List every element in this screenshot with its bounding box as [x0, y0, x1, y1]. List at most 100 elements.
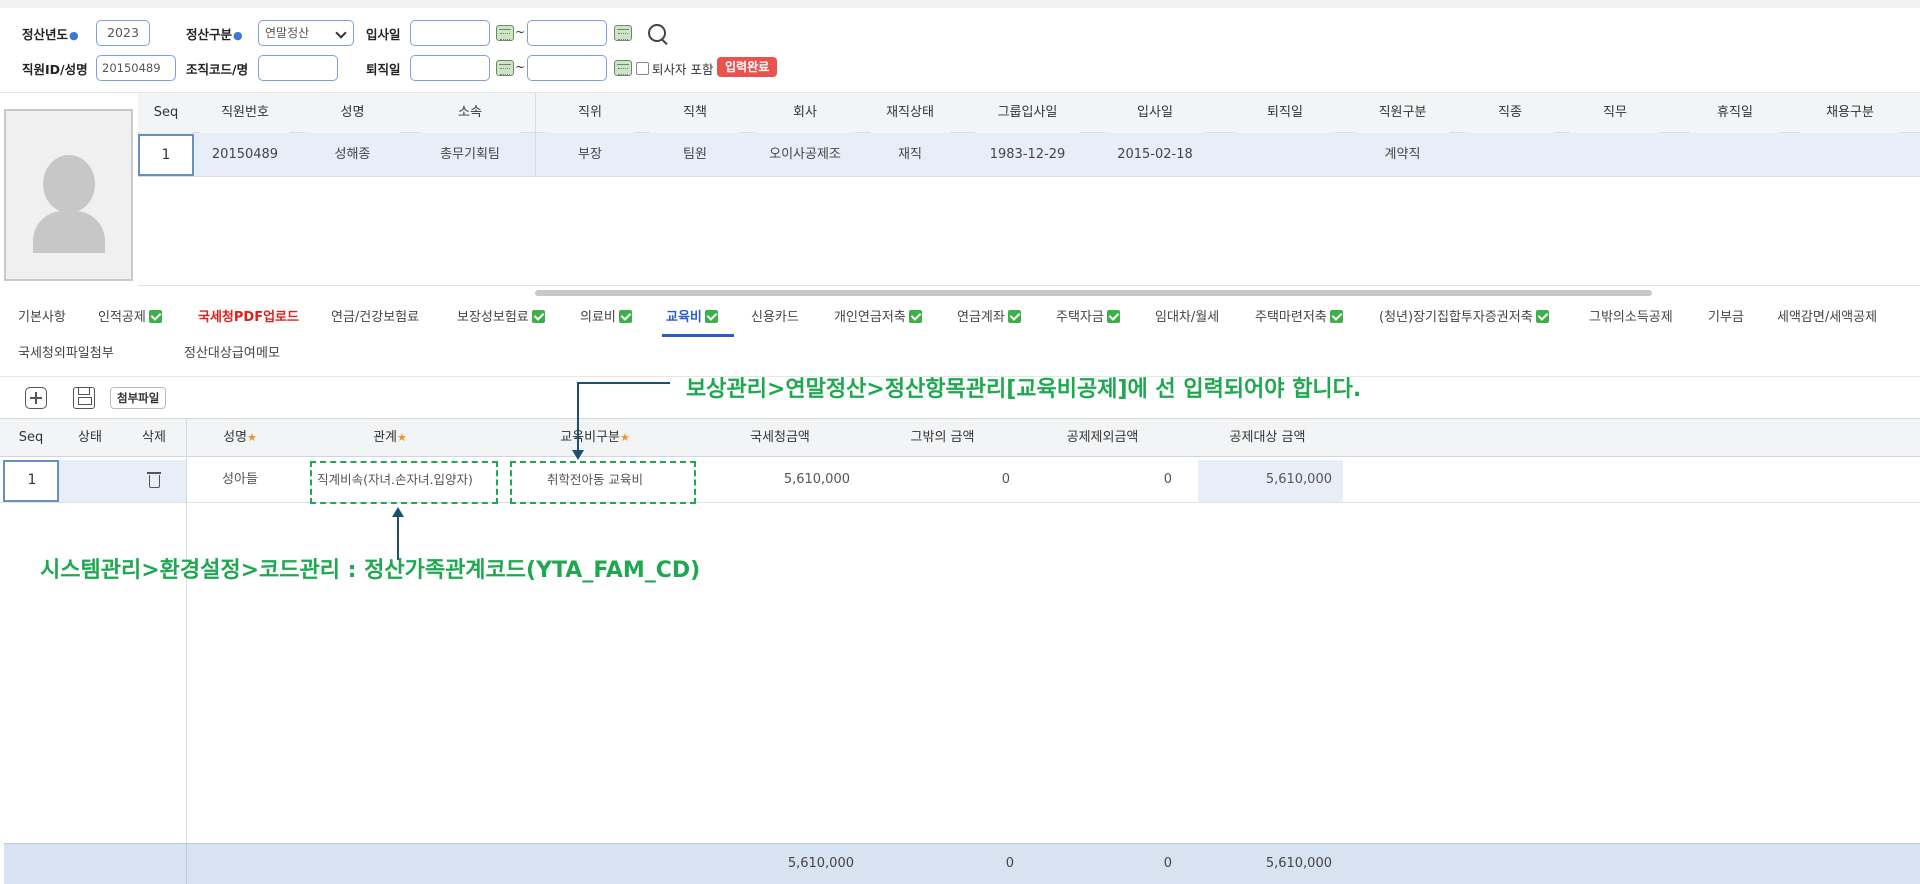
tab-row2-0[interactable]: 국세청외파일첨부	[18, 344, 114, 364]
tab-11[interactable]: 임대차/월세	[1155, 308, 1219, 328]
tab-15[interactable]: 기부금	[1708, 308, 1744, 328]
year-label: 정산년도●	[22, 27, 79, 42]
edu-type-note: 보상관리>연말정산>정산항목관리[교육비공제]에 선 입력되어야 합니다.	[686, 377, 1362, 402]
education-expense-grid: Seq 상태 삭제 성명★ 관계★ 교육비구분★ 국세청금액 그밖의 금액 공제…	[0, 377, 1920, 884]
col-company: 회사	[755, 93, 855, 133]
col-status: 재직상태	[870, 93, 950, 133]
check-icon	[1007, 310, 1021, 323]
join-date-from-input[interactable]	[410, 20, 490, 46]
tab-label: (청년)장기집합투자증권저축	[1379, 310, 1533, 325]
check-icon	[1106, 310, 1120, 323]
col-other-amount: 그밖의 금액	[910, 430, 975, 445]
retire-date-to-input[interactable]	[527, 55, 607, 81]
search-icon[interactable]	[646, 22, 670, 46]
horizontal-scrollbar[interactable]	[535, 290, 1652, 296]
org-code-label: 조직코드/명	[186, 62, 249, 77]
employee-id-input[interactable]: 20150489	[96, 55, 176, 81]
check-icon	[618, 310, 632, 323]
tab-9[interactable]: 연금계좌	[957, 308, 1021, 328]
chevron-down-icon	[335, 27, 347, 39]
check-icon	[1535, 310, 1549, 323]
active-tab-indicator	[662, 334, 734, 337]
tab-label: 신용카드	[751, 310, 799, 325]
tab-10[interactable]: 주택자금	[1056, 308, 1120, 328]
row-company: 오이사공제조	[769, 147, 841, 162]
tab-label: 그밖의소득공제	[1589, 310, 1673, 325]
col-job-kind: 직종	[1465, 93, 1555, 133]
retire-date-from-input[interactable]	[410, 55, 490, 81]
calendar-icon[interactable]	[614, 25, 632, 41]
tab-row2-1[interactable]: 정산대상급여	[184, 344, 256, 364]
employee-grid: Seq 직원번호 성명 소속 직위 직책 회사 재직상태 그룹입사일 입사일 퇴…	[0, 92, 1920, 296]
trash-icon[interactable]	[147, 472, 161, 488]
attach-file-button[interactable]: 첨부파일	[110, 387, 167, 409]
calendar-icon[interactable]	[614, 60, 632, 76]
col-relation: 관계★	[373, 430, 407, 445]
row-emp-no: 20150489	[211, 147, 279, 162]
tab-12[interactable]: 주택마련저축	[1255, 308, 1343, 328]
tab-label: 의료비	[580, 310, 616, 325]
check-icon	[148, 310, 162, 323]
row-seq: 1	[161, 147, 171, 163]
row-join: 2015-02-18	[1117, 147, 1193, 162]
range-separator: ~	[515, 60, 526, 74]
col-dept: 소속	[420, 93, 520, 133]
total-excluded-amount: 0	[1163, 856, 1172, 871]
tab-label: 국세청PDF업로드	[198, 310, 299, 325]
col-job: 직무	[1570, 93, 1660, 133]
tab-row2-2[interactable]: 메모	[256, 344, 280, 364]
join-date-to-input[interactable]	[527, 20, 607, 46]
row-other-amount[interactable]: 0	[860, 459, 1010, 501]
row-name[interactable]: 성아들	[200, 459, 280, 501]
col-emp-no: 직원번호	[200, 93, 290, 133]
calendar-icon[interactable]	[496, 60, 514, 76]
col-target-amount: 공제대상 금액	[1229, 430, 1306, 445]
row-excluded-amount[interactable]: 0	[1020, 459, 1172, 501]
col-join: 입사일	[1105, 93, 1205, 133]
employee-id-label: 직원ID/성명	[22, 62, 88, 77]
tab-6[interactable]: 교육비	[666, 308, 718, 328]
row-name: 성해종	[334, 147, 371, 162]
check-icon	[704, 310, 718, 323]
tab-16[interactable]: 세액감면/세액공제	[1777, 308, 1877, 328]
include-retired-checkbox[interactable]	[636, 62, 649, 75]
save-icon[interactable]	[73, 387, 95, 409]
tab-label: 보장성보험료	[457, 310, 529, 325]
col-edu-type: 교육비구분★	[560, 430, 630, 445]
add-row-icon[interactable]	[25, 387, 47, 409]
col-name: 성명★	[223, 430, 257, 445]
check-icon	[531, 310, 545, 323]
tab-8[interactable]: 개인연금저축	[834, 308, 922, 328]
tab-2[interactable]: 국세청PDF업로드	[198, 308, 299, 328]
search-filter-panel: 정산년도● 2023 정산구분● 연말정산 입사일 ~ 직원ID/성명 2015…	[0, 0, 1920, 92]
range-separator: ~	[515, 25, 526, 39]
tab-14[interactable]: 그밖의소득공제	[1589, 308, 1673, 328]
row-position: 부장	[578, 147, 602, 162]
org-code-input[interactable]	[258, 55, 338, 81]
tab-4[interactable]: 보장성보험료	[457, 308, 545, 328]
tab-0[interactable]: 기본사항	[18, 308, 66, 328]
tab-1[interactable]: 인적공제	[98, 308, 162, 328]
row-seq: 1	[27, 472, 37, 488]
row-duty: 팀원	[683, 147, 707, 162]
tab-label: 기본사항	[18, 310, 66, 325]
col-seq: Seq	[18, 430, 44, 445]
tab-7[interactable]: 신용카드	[751, 308, 799, 328]
tab-3[interactable]: 연금/건강보험료	[331, 308, 419, 328]
status-badge: 입력완료	[717, 57, 778, 77]
edu-type-highlight-box	[510, 461, 696, 504]
tab-label: 연금계좌	[957, 310, 1005, 325]
tab-13[interactable]: (청년)장기집합투자증권저축	[1379, 308, 1549, 328]
year-input[interactable]: 2023	[96, 20, 150, 46]
row-nts-amount[interactable]: 5,610,000	[700, 459, 850, 501]
col-status: 상태	[78, 430, 102, 445]
tab-5[interactable]: 의료비	[580, 308, 632, 328]
col-duty: 직책	[650, 93, 740, 133]
arrow-up-icon	[392, 507, 404, 517]
join-date-label: 입사일	[366, 27, 401, 42]
calendar-icon[interactable]	[496, 25, 514, 41]
settlement-type-select[interactable]: 연말정산	[258, 20, 354, 46]
col-name: 성명	[305, 93, 400, 133]
col-retire: 퇴직일	[1235, 93, 1335, 133]
tab-label: 임대차/월세	[1155, 310, 1220, 325]
